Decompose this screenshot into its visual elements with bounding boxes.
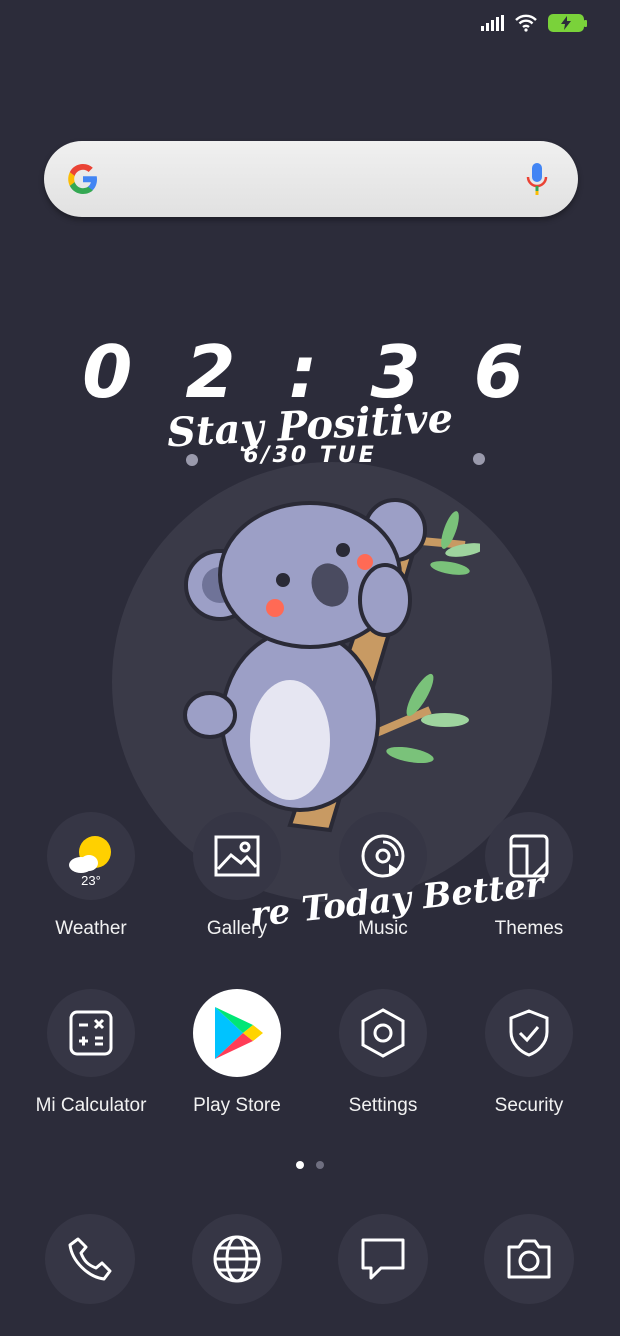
security-bubble (485, 989, 573, 1077)
page-dot[interactable] (316, 1161, 324, 1169)
settings-icon (361, 1008, 405, 1058)
music-icon (361, 834, 405, 878)
dock-browser[interactable] (192, 1214, 282, 1304)
dock-camera[interactable] (484, 1214, 574, 1304)
decor-dot-left (186, 454, 198, 466)
battery-charging-icon (548, 14, 587, 32)
app-security[interactable]: Security (456, 989, 602, 1117)
weather-temp: 23° (81, 873, 101, 888)
play-store-icon (215, 1007, 263, 1059)
app-label: Play Store (193, 1095, 281, 1116)
security-icon (509, 1009, 549, 1057)
page-indicator (0, 1161, 620, 1169)
app-weather[interactable]: 23° Weather (18, 812, 164, 940)
settings-bubble (339, 989, 427, 1077)
weather-bubble: 23° (47, 812, 135, 900)
app-play-store[interactable]: Play Store (164, 989, 310, 1117)
calculator-bubble (47, 989, 135, 1077)
signal-icon (481, 15, 504, 31)
app-label: Security (494, 1095, 564, 1116)
calculator-icon (69, 1010, 113, 1056)
gallery-bubble (193, 812, 281, 900)
voice-search-icon[interactable] (526, 162, 548, 196)
dock-phone[interactable] (45, 1214, 135, 1304)
app-settings[interactable]: Settings (310, 989, 456, 1117)
phone-icon (68, 1237, 112, 1281)
google-search-bar[interactable] (44, 141, 578, 217)
app-label: Themes (494, 918, 564, 939)
app-label: Settings (348, 1095, 418, 1116)
decor-dot-right (473, 453, 485, 465)
gallery-icon (214, 835, 260, 877)
camera-icon (507, 1239, 551, 1279)
messages-icon (361, 1238, 405, 1280)
page-dot-active[interactable] (296, 1161, 304, 1169)
browser-icon (213, 1235, 261, 1283)
status-bar (481, 14, 587, 32)
clock-date: 6/30 TUE (243, 443, 377, 468)
app-label: Weather (55, 918, 127, 939)
app-mi-calculator[interactable]: Mi Calculator (18, 989, 164, 1117)
dock-messages[interactable] (338, 1214, 428, 1304)
play-store-bubble (193, 989, 281, 1077)
app-label: Mi Calculator (35, 1095, 147, 1116)
wifi-icon (515, 14, 537, 32)
koala-illustration (183, 498, 480, 833)
google-logo-icon (68, 164, 97, 194)
